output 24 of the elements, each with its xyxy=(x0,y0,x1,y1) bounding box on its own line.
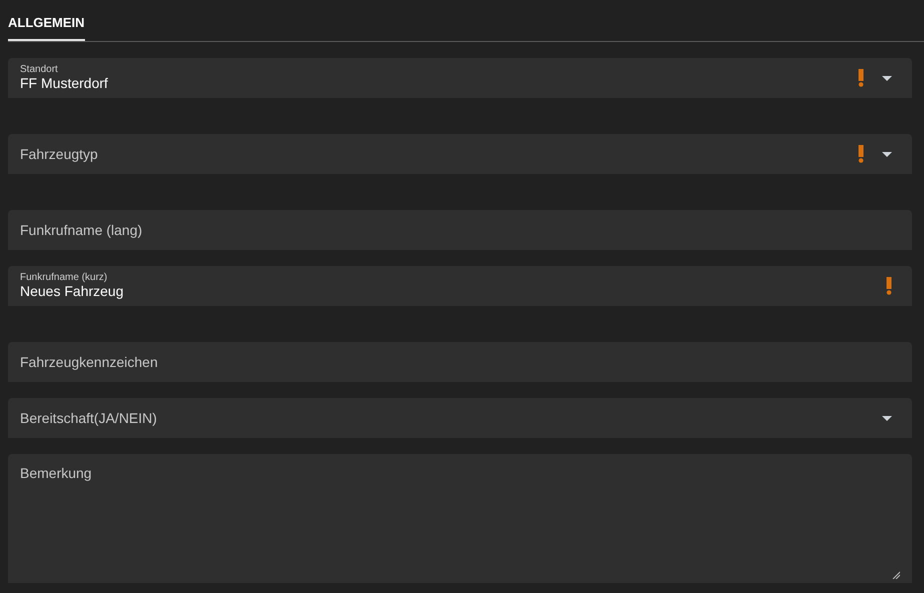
field-label: Funkrufname (lang) xyxy=(20,222,144,238)
field-label: Fahrzeugtyp xyxy=(20,146,99,162)
field-label: Fahrzeugkennzeichen xyxy=(20,354,159,370)
field-label: Standort xyxy=(20,64,59,75)
field-label: Funkrufname (kurz) xyxy=(20,272,108,283)
caret-icon[interactable] xyxy=(882,416,892,420)
select-field[interactable]: Standort FF Musterdorf xyxy=(8,58,912,98)
field-value: Neues Fahrzeug xyxy=(20,283,125,300)
input-field[interactable]: Fahrzeugkennzeichen xyxy=(8,342,912,382)
select-field[interactable]: Bereitschaft(JA/NEIN) xyxy=(8,398,912,438)
textarea-field[interactable]: Bemerkung xyxy=(8,454,912,583)
input-field[interactable]: Funkrufname (lang) xyxy=(8,210,912,250)
field-value: FF Musterdorf xyxy=(20,75,109,92)
select-field[interactable]: Fahrzeugtyp xyxy=(8,134,912,174)
tab[interactable]: ALLGEMEIN xyxy=(8,0,85,41)
resize-handle-icon[interactable] xyxy=(892,571,900,579)
field-label: Bereitschaft(JA/NEIN) xyxy=(20,410,158,426)
caret-icon[interactable] xyxy=(882,76,892,80)
warning-icon xyxy=(858,69,864,87)
warning-icon xyxy=(886,277,892,295)
field-label: Bemerkung xyxy=(20,465,93,481)
input-field[interactable]: Funkrufname (kurz) Neues Fahrzeug xyxy=(8,266,912,306)
warning-icon xyxy=(858,145,864,163)
caret-icon[interactable] xyxy=(882,152,892,156)
